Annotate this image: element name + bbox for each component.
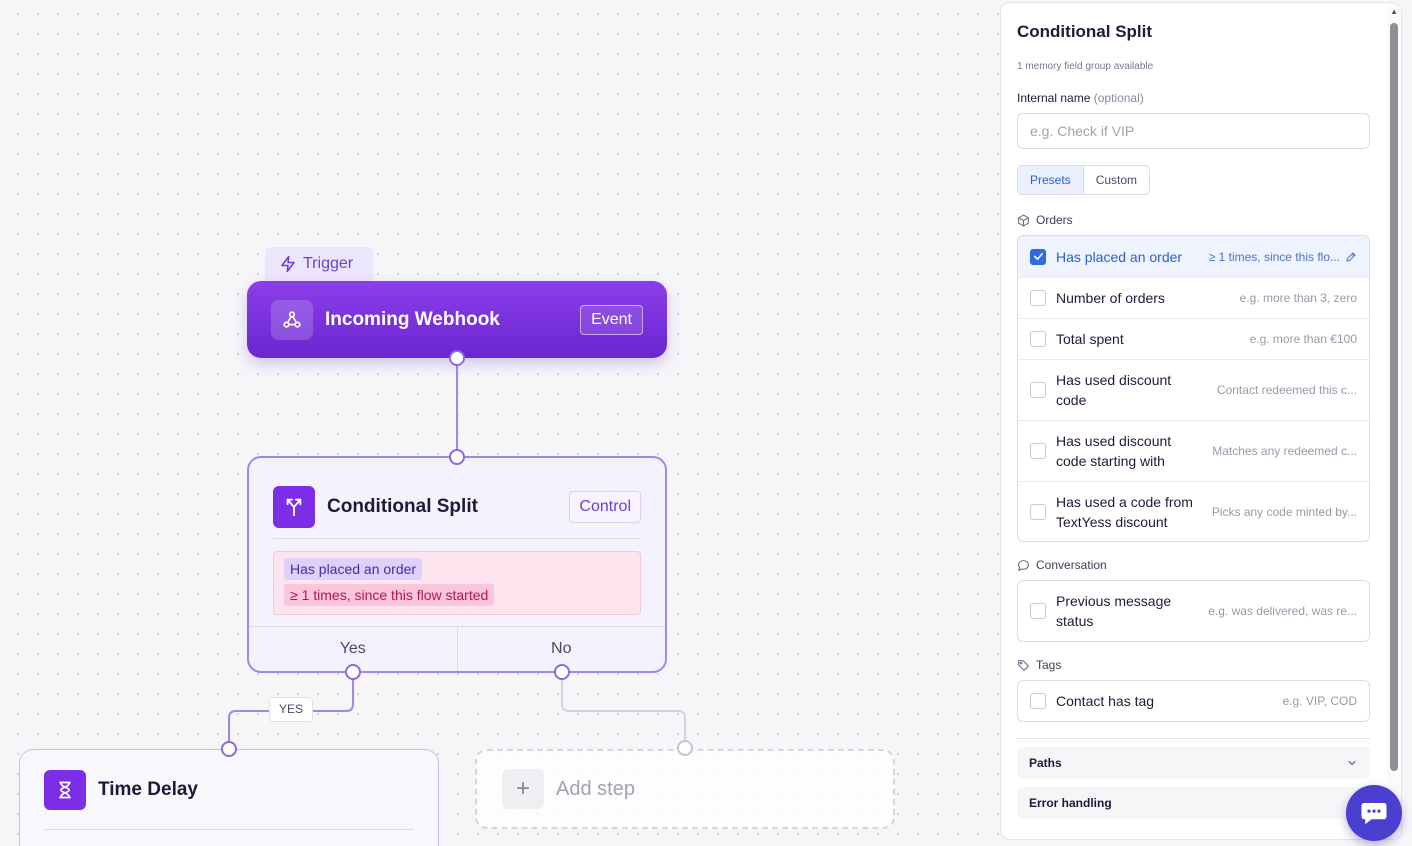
- split-divider: [273, 538, 641, 539]
- condition-row-previous-message-status[interactable]: Previous message status e.g. was deliver…: [1018, 581, 1369, 641]
- conversation-group-title: Conversation: [1036, 558, 1107, 572]
- internal-name-input[interactable]: [1017, 113, 1370, 149]
- condition-name: Previous message status: [1056, 593, 1172, 629]
- add-step-label: Add step: [556, 777, 635, 800]
- condition-hint: e.g. was delivered, was re...: [1208, 604, 1357, 618]
- add-step-placeholder[interactable]: + Add step: [475, 749, 895, 829]
- support-chat-button[interactable]: [1346, 785, 1402, 841]
- add-step-input-port[interactable]: [677, 740, 693, 756]
- checkbox[interactable]: [1030, 603, 1046, 619]
- webhook-icon: [271, 299, 313, 340]
- time-delay-node[interactable]: Time Delay: [19, 749, 439, 846]
- webhook-node-title: Incoming Webhook: [325, 308, 500, 330]
- plus-icon: +: [502, 769, 544, 809]
- chat-bubble-icon: [1018, 559, 1029, 571]
- condition-name: Contact has tag: [1056, 693, 1155, 709]
- paths-label: Paths: [1029, 756, 1062, 770]
- tags-group-header: Tags: [1017, 658, 1061, 672]
- condition-hint: ≥ 1 times, since this flo...: [1208, 249, 1340, 264]
- conditional-split-node[interactable]: Conditional Split Control Has placed an …: [247, 456, 667, 673]
- orders-card: Has placed an order ≥ 1 times, since thi…: [1017, 235, 1370, 542]
- tags-group-title: Tags: [1036, 658, 1062, 672]
- no-output-port[interactable]: [554, 664, 570, 680]
- pencil-icon[interactable]: [1345, 251, 1357, 263]
- checkbox[interactable]: [1030, 382, 1046, 398]
- lightning-icon: [281, 255, 295, 273]
- condition-detail-chip: ≥ 1 times, since this flow started: [284, 584, 495, 606]
- delay-divider: [44, 829, 414, 830]
- checkbox-checked[interactable]: [1030, 248, 1046, 265]
- conversation-group-header: Conversation: [1017, 558, 1107, 572]
- tag-icon: [1018, 659, 1029, 671]
- scroll-up-arrow-icon[interactable]: ▲: [1390, 7, 1398, 16]
- tags-card: Contact has tag e.g. VIP, COD: [1017, 680, 1370, 722]
- error-handling-accordion[interactable]: Error handling: [1017, 787, 1370, 819]
- condition-hint: Matches any redeemed c...: [1212, 444, 1357, 458]
- checkbox[interactable]: [1030, 290, 1046, 306]
- condition-summary: Has placed an order ≥ 1 times, since thi…: [273, 551, 641, 615]
- condition-name-chip: Has placed an order: [284, 558, 423, 580]
- condition-row-textyess-discount[interactable]: Has used a code from TextYess discount P…: [1018, 481, 1369, 541]
- connection-wires: [228, 358, 686, 749]
- internal-name-label-text: Internal name: [1017, 91, 1091, 105]
- condition-name: Has used a code from TextYess discount: [1056, 493, 1193, 530]
- paths-accordion[interactable]: Paths: [1017, 747, 1370, 779]
- control-badge: Control: [569, 491, 641, 523]
- condition-row-used-discount-code[interactable]: Has used discount code Contact redeemed …: [1018, 359, 1369, 420]
- condition-hint: Contact redeemed this c...: [1216, 383, 1357, 397]
- internal-name-label: Internal name (optional): [1017, 91, 1144, 105]
- condition-row-total-spent[interactable]: Total spent e.g. more than €100: [1018, 318, 1369, 359]
- checkbox[interactable]: [1030, 693, 1046, 709]
- checkbox[interactable]: [1030, 503, 1046, 520]
- box-icon: [1018, 214, 1029, 226]
- condition-name: Total spent: [1056, 331, 1124, 347]
- optional-hint: (optional): [1093, 91, 1144, 105]
- chevron-down-icon: [1348, 760, 1356, 766]
- check-icon: [1033, 252, 1043, 261]
- panel-scrollbar[interactable]: ▲: [1387, 3, 1401, 839]
- panel-separator: [1017, 738, 1370, 739]
- condition-hint: Picks any code minted by...: [1211, 504, 1357, 519]
- split-input-port[interactable]: [449, 449, 465, 465]
- split-icon: [273, 486, 315, 528]
- event-badge: Event: [580, 304, 643, 335]
- checkbox[interactable]: [1030, 331, 1046, 347]
- delay-node-title: Time Delay: [98, 779, 198, 800]
- chat-support-icon: [1361, 803, 1387, 825]
- orders-group-title: Orders: [1036, 213, 1073, 227]
- trigger-tab: Trigger: [265, 247, 373, 281]
- yes-output-port[interactable]: [345, 664, 361, 680]
- delay-input-port[interactable]: [221, 741, 237, 757]
- condition-row-number-of-orders[interactable]: Number of orders e.g. more than 3, zero: [1018, 277, 1369, 318]
- preset-custom-toggle: Presets Custom: [1017, 165, 1151, 195]
- scroll-thumb[interactable]: [1390, 23, 1398, 771]
- condition-row-discount-code-starting-with[interactable]: Has used discount code starting with Mat…: [1018, 420, 1369, 481]
- condition-row-contact-has-tag[interactable]: Contact has tag e.g. VIP, COD: [1018, 681, 1369, 721]
- flow-canvas[interactable]: Trigger Incoming Webhook Event Condition…: [0, 0, 1000, 846]
- condition-name: Has used discount code: [1056, 372, 1172, 408]
- orders-group-header: Orders: [1017, 213, 1073, 227]
- hourglass-icon: [44, 770, 86, 810]
- incoming-webhook-node[interactable]: Incoming Webhook Event: [247, 281, 667, 358]
- panel-subtitle: 1 memory field group available: [1017, 61, 1154, 72]
- condition-hint: e.g. more than 3, zero: [1239, 291, 1357, 305]
- condition-name: Has used discount code starting with: [1056, 433, 1172, 469]
- conversation-card: Previous message status e.g. was deliver…: [1017, 580, 1370, 642]
- panel-title: Conditional Split: [1017, 22, 1153, 41]
- trigger-tab-label: Trigger: [303, 255, 354, 272]
- node-settings-panel: ▲ Conditional Split 1 memory field group…: [1000, 2, 1402, 840]
- webhook-output-port[interactable]: [449, 350, 465, 366]
- condition-row-has-placed-order[interactable]: Has placed an order ≥ 1 times, since thi…: [1018, 236, 1369, 277]
- condition-hint: e.g. more than €100: [1249, 332, 1357, 346]
- tab-presets[interactable]: Presets: [1018, 166, 1084, 194]
- condition-name: Number of orders: [1056, 290, 1165, 306]
- condition-name: Has placed an order: [1056, 248, 1183, 265]
- tab-custom[interactable]: Custom: [1084, 166, 1149, 194]
- split-node-title: Conditional Split: [327, 496, 478, 517]
- error-handling-label: Error handling: [1029, 796, 1112, 810]
- condition-hint: e.g. VIP, COD: [1282, 694, 1357, 708]
- yes-edge-label: YES: [269, 697, 313, 722]
- checkbox[interactable]: [1030, 443, 1046, 459]
